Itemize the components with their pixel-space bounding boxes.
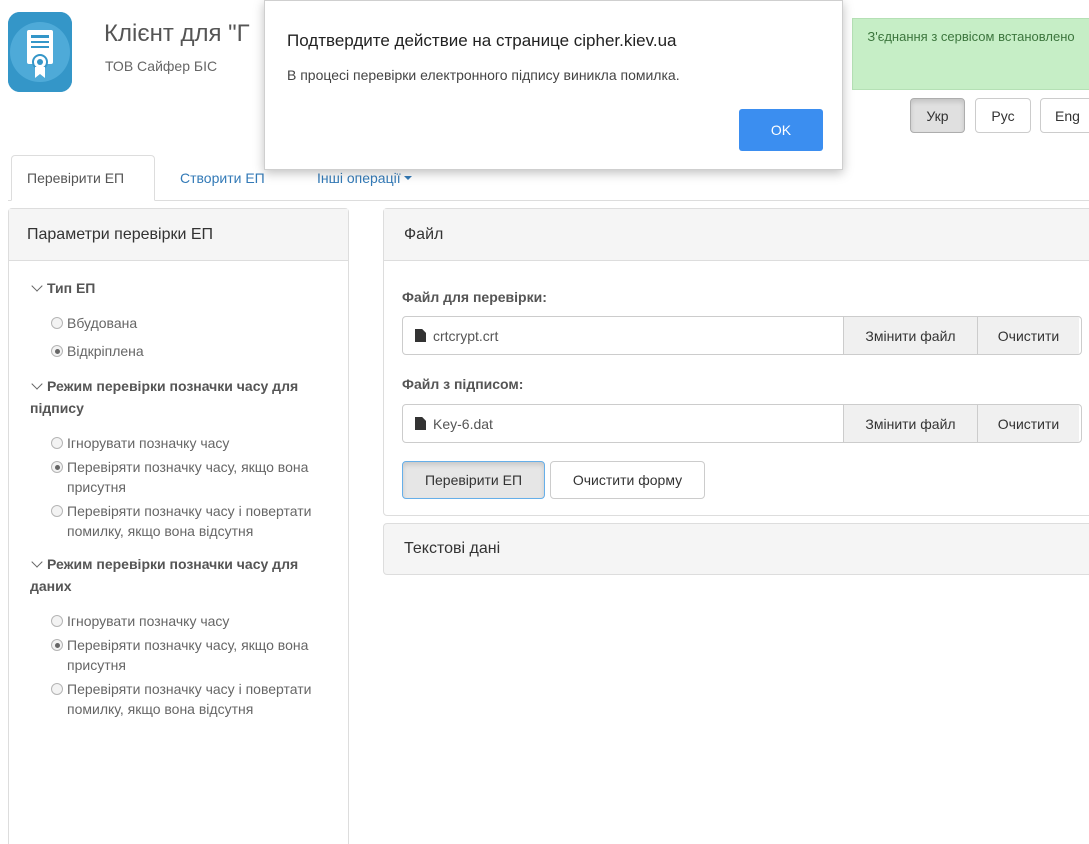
ok-button[interactable]: OK bbox=[739, 109, 823, 151]
clear-form-button[interactable]: Очистити форму bbox=[550, 461, 705, 499]
clear-file-button[interactable]: Очистити bbox=[978, 317, 1079, 354]
group-timestamp-data[interactable]: Режим перевірки позначки часу для даних bbox=[30, 553, 320, 597]
verification-params-panel: Параметри перевірки ЕП Тип ЕП Вбудована … bbox=[8, 208, 349, 844]
file-name: crtcrypt.crt bbox=[433, 327, 499, 344]
radio-button[interactable] bbox=[51, 505, 63, 517]
file-icon bbox=[415, 417, 426, 430]
radio-ignore-timestamp[interactable]: Ігнорувати позначку часу bbox=[30, 433, 348, 453]
tab-label: Інші операції bbox=[317, 170, 401, 186]
lang-rus-button[interactable]: Рус bbox=[975, 98, 1031, 133]
group-signature-type[interactable]: Тип ЕП bbox=[30, 277, 348, 299]
radio-ignore-timestamp-data[interactable]: Ігнорувати позначку часу bbox=[30, 611, 348, 631]
signature-file-label: Файл з підписом: bbox=[402, 376, 524, 392]
radio-button[interactable] bbox=[51, 461, 63, 473]
file-panel: Файл Файл для перевірки: crtcrypt.crt Зм… bbox=[383, 208, 1089, 516]
caret-down-icon bbox=[403, 176, 412, 180]
radio-detached[interactable]: Відкріплена bbox=[30, 341, 348, 361]
panel-heading: Файл bbox=[384, 209, 1089, 261]
file-name: Key-6.dat bbox=[433, 415, 493, 432]
radio-embedded[interactable]: Вбудована bbox=[30, 313, 348, 333]
radio-button[interactable] bbox=[51, 317, 63, 329]
tab-verify-signature[interactable]: Перевірити ЕП bbox=[11, 155, 155, 201]
file-to-check-field: crtcrypt.crt Змінити файл Очистити bbox=[402, 316, 1082, 355]
radio-check-if-present[interactable]: Перевіряти позначку часу, якщо вона прис… bbox=[30, 457, 320, 497]
radio-button[interactable] bbox=[51, 639, 63, 651]
radio-check-error-if-absent-data[interactable]: Перевіряти позначку часу і повертати пом… bbox=[30, 679, 320, 719]
app-subtitle: ТОВ Сайфер БІС bbox=[105, 58, 218, 74]
dialog-title: Подтвердите действие на странице cipher.… bbox=[287, 31, 677, 50]
radio-button[interactable] bbox=[51, 683, 63, 695]
clear-signature-file-button[interactable]: Очистити bbox=[978, 405, 1079, 442]
file-to-check-input[interactable]: crtcrypt.crt bbox=[403, 317, 844, 354]
chevron-down-icon bbox=[31, 280, 43, 292]
verify-signature-button[interactable]: Перевірити ЕП bbox=[402, 461, 545, 499]
signature-file-input[interactable]: Key-6.dat bbox=[403, 405, 844, 442]
file-to-check-label: Файл для перевірки: bbox=[402, 289, 547, 305]
confirm-dialog: Подтвердите действие на странице cipher.… bbox=[264, 0, 843, 170]
certificate-icon bbox=[8, 12, 72, 92]
file-icon bbox=[415, 329, 426, 342]
panel-heading: Параметри перевірки ЕП bbox=[9, 209, 348, 261]
text-data-panel[interactable]: Текстові дані bbox=[383, 523, 1089, 575]
chevron-down-icon bbox=[31, 556, 43, 568]
change-signature-file-button[interactable]: Змінити файл bbox=[844, 405, 978, 442]
panel-heading: Текстові дані bbox=[404, 540, 501, 557]
lang-eng-button[interactable]: Eng bbox=[1040, 98, 1089, 133]
change-file-button[interactable]: Змінити файл bbox=[844, 317, 978, 354]
tab-label: Перевірити ЕП bbox=[27, 170, 125, 186]
app-title: Клієнт для "Г bbox=[104, 20, 250, 47]
lang-ukr-button[interactable]: Укр bbox=[910, 98, 965, 133]
signature-file-field: Key-6.dat Змінити файл Очистити bbox=[402, 404, 1082, 443]
radio-check-if-present-data[interactable]: Перевіряти позначку часу, якщо вона прис… bbox=[30, 635, 320, 675]
dialog-message: В процесі перевірки електронного підпису… bbox=[287, 67, 680, 83]
tab-label: Створити ЕП bbox=[180, 170, 265, 186]
connection-status-text: З'єднання з сервісом встановлено bbox=[867, 29, 1075, 44]
radio-button[interactable] bbox=[51, 615, 63, 627]
radio-check-error-if-absent[interactable]: Перевіряти позначку часу і повертати пом… bbox=[30, 501, 320, 541]
connection-status: З'єднання з сервісом встановлено bbox=[852, 18, 1089, 90]
radio-button[interactable] bbox=[51, 345, 63, 357]
group-timestamp-signature[interactable]: Режим перевірки позначки часу для підпис… bbox=[30, 375, 320, 419]
radio-button[interactable] bbox=[51, 437, 63, 449]
chevron-down-icon bbox=[31, 378, 43, 390]
tab-create-signature[interactable]: Створити ЕП bbox=[165, 155, 280, 201]
